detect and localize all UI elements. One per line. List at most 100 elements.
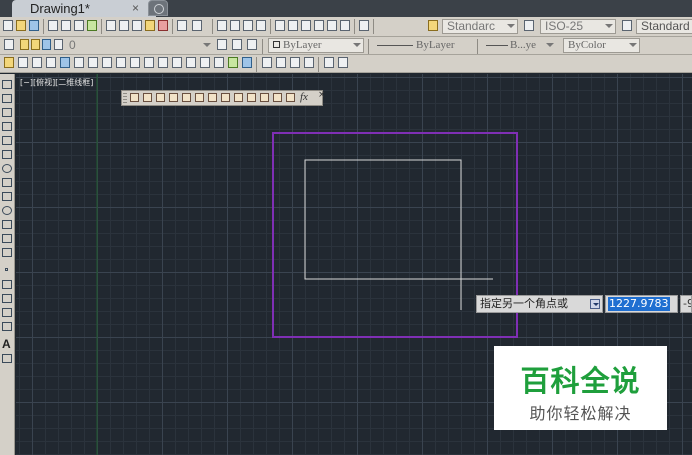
markup-icon[interactable] [327, 20, 337, 31]
draworder-above-icon[interactable] [290, 57, 300, 68]
layer-dropdown[interactable]: 0 [64, 38, 214, 53]
insert-block-icon[interactable] [2, 234, 12, 243]
layer-previous-icon[interactable] [232, 39, 242, 50]
offset-icon[interactable] [46, 57, 56, 68]
temporary-track-icon[interactable] [130, 93, 139, 102]
hatch-icon[interactable] [2, 280, 12, 289]
arc-icon[interactable] [2, 150, 12, 159]
draworder-front-icon[interactable] [262, 57, 272, 68]
redo-icon[interactable] [192, 20, 202, 31]
break-at-point-icon[interactable] [158, 57, 168, 68]
circle-icon[interactable] [2, 164, 12, 173]
make-block-icon[interactable] [2, 248, 12, 257]
copy-icon[interactable] [119, 20, 129, 31]
draworder-under-icon[interactable] [304, 57, 314, 68]
gradient-icon[interactable] [2, 294, 12, 303]
pan-icon[interactable] [217, 20, 227, 31]
layer-manager-icon[interactable] [4, 39, 14, 50]
blend-icon[interactable] [228, 57, 238, 68]
layer-state-icon[interactable] [247, 39, 257, 50]
snap-apparent-icon[interactable] [195, 93, 204, 102]
extend-icon[interactable] [144, 57, 154, 68]
new-tab-button[interactable] [148, 0, 168, 16]
tool-palettes-icon[interactable] [301, 20, 311, 31]
print-icon[interactable] [48, 20, 58, 31]
zoom-window-icon[interactable] [243, 20, 253, 31]
snap-extension-icon[interactable] [208, 93, 217, 102]
scale-icon[interactable] [102, 57, 112, 68]
cut-icon[interactable] [106, 20, 116, 31]
match-properties-icon[interactable] [145, 20, 155, 31]
properties-icon[interactable] [275, 20, 285, 31]
copy-object-icon[interactable] [18, 57, 28, 68]
make-current-layer-icon[interactable] [217, 39, 227, 50]
explode-icon[interactable] [242, 57, 252, 68]
revision-cloud-icon[interactable] [2, 178, 12, 187]
snap-intersection-icon[interactable] [182, 93, 191, 102]
polyline-icon[interactable] [2, 108, 12, 117]
quickcalc-icon[interactable] [340, 20, 350, 31]
plot-style-dropdown[interactable]: ByColor [563, 38, 640, 53]
move-icon[interactable] [74, 57, 84, 68]
hatch-back-icon[interactable] [338, 57, 348, 68]
linetype-dropdown[interactable]: ByLayer [372, 38, 476, 53]
point-icon[interactable] [5, 268, 8, 271]
ellipse-arc-icon[interactable] [2, 220, 12, 229]
snap-perpendicular-icon[interactable] [260, 93, 269, 102]
rectangle-icon[interactable] [2, 136, 12, 145]
snap-none-icon[interactable] [273, 93, 282, 102]
drawing-tab[interactable]: Drawing1* × [12, 0, 156, 17]
snap-quadrant-icon[interactable] [234, 93, 243, 102]
text-style-dropdown[interactable]: Standarc [442, 19, 518, 34]
open-file-icon[interactable] [16, 20, 26, 31]
print-preview-icon[interactable] [61, 20, 71, 31]
trim-icon[interactable] [130, 57, 140, 68]
options-dropdown-icon[interactable] [590, 299, 600, 309]
close-icon[interactable]: × [318, 90, 326, 100]
new-file-icon[interactable] [3, 20, 13, 31]
mirror-icon[interactable] [32, 57, 42, 68]
snap-endpoint-icon[interactable] [156, 93, 165, 102]
chamfer-icon[interactable] [200, 57, 210, 68]
rotate-icon[interactable] [88, 57, 98, 68]
construction-line-icon[interactable] [2, 94, 12, 103]
3d-publish-icon[interactable] [87, 20, 97, 31]
second-coordinate-input[interactable]: -9 [680, 295, 692, 313]
snap-midpoint-icon[interactable] [169, 93, 178, 102]
draworder-back-icon[interactable] [276, 57, 286, 68]
zoom-previous-icon[interactable] [256, 20, 266, 31]
tab-close-icon[interactable]: × [132, 0, 139, 17]
fillet-icon[interactable] [214, 57, 224, 68]
zoom-realtime-icon[interactable] [230, 20, 240, 31]
spline-icon[interactable] [2, 192, 12, 201]
toolbar-grip[interactable] [123, 93, 127, 103]
color-dropdown[interactable]: ByLayer [268, 38, 364, 53]
join-icon[interactable] [186, 57, 196, 68]
save-icon[interactable] [29, 20, 39, 31]
snap-center-icon[interactable] [221, 93, 230, 102]
text-front-icon[interactable] [324, 57, 334, 68]
break-icon[interactable] [172, 57, 182, 68]
add-selected-icon[interactable] [2, 354, 12, 363]
snap-tangent-icon[interactable] [247, 93, 256, 102]
design-center-icon[interactable] [288, 20, 298, 31]
snap-from-icon[interactable] [143, 93, 152, 102]
stretch-icon[interactable] [116, 57, 126, 68]
osnap-settings-icon[interactable] [286, 93, 295, 102]
block-editor-icon[interactable] [158, 20, 168, 31]
multiline-text-icon[interactable]: A [2, 337, 11, 351]
array-icon[interactable] [60, 57, 70, 68]
ellipse-icon[interactable] [2, 206, 12, 215]
coordinate-input[interactable]: 1227.9783 [605, 295, 678, 313]
undo-icon[interactable] [177, 20, 187, 31]
paste-icon[interactable] [132, 20, 142, 31]
geometric-calculator-icon[interactable]: fx [300, 91, 308, 103]
region-icon[interactable] [2, 308, 12, 317]
polygon-icon[interactable] [2, 122, 12, 131]
line-icon[interactable] [2, 80, 12, 89]
viewport-controls-label[interactable]: [−][俯视][二维线框] [20, 77, 93, 88]
erase-icon[interactable] [4, 57, 14, 68]
dim-style-dropdown[interactable]: ISO-25 [540, 19, 616, 34]
publish-icon[interactable] [74, 20, 84, 31]
table-style-dropdown[interactable]: Standard [636, 19, 692, 34]
